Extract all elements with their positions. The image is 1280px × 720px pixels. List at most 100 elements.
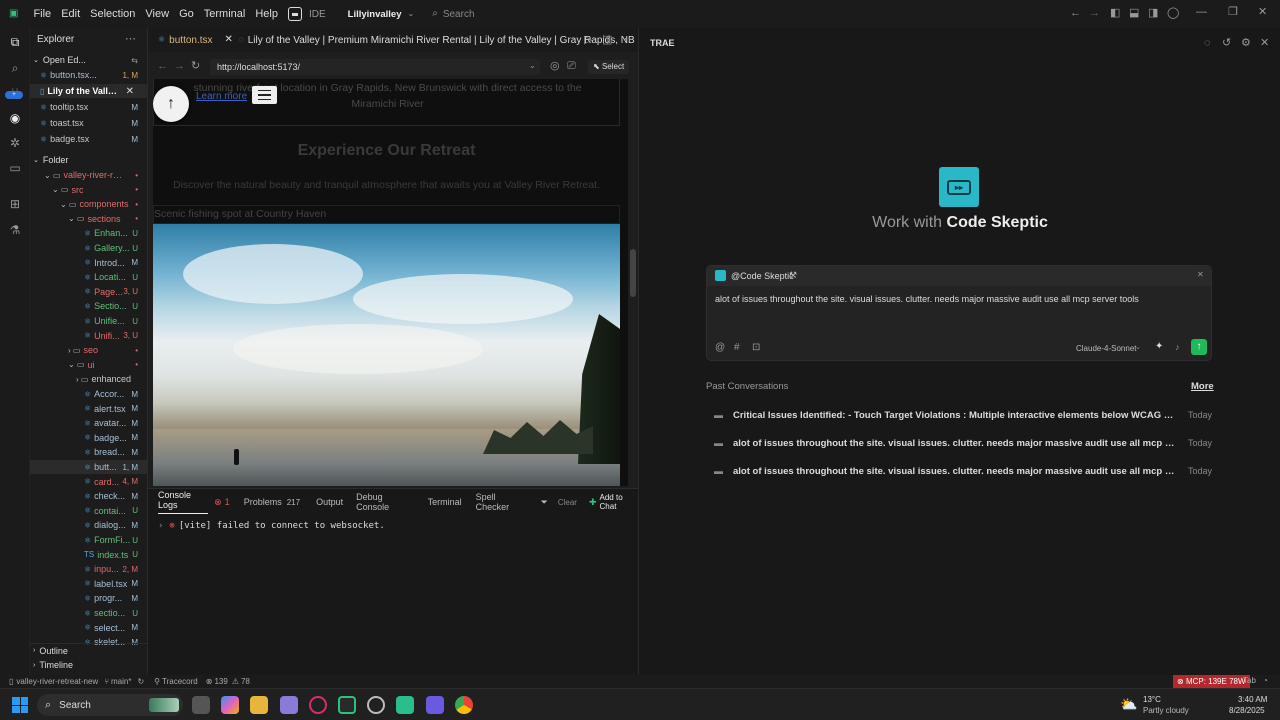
tree-item[interactable]: ⚛ alert.tsx M [30, 402, 147, 416]
run-icon[interactable]: ▷ [584, 35, 592, 46]
toggle-panel-icon[interactable]: ⬓ [1129, 8, 1139, 19]
tree-item[interactable]: ⚛ label.tsx M [30, 577, 147, 591]
filter-icon[interactable]: ⏷ [541, 497, 548, 508]
tree-item[interactable]: ⚛ Unifie... U [30, 314, 147, 328]
tree-item[interactable]: ⚛ avatar... M [30, 416, 147, 430]
past-conversation-item[interactable]: ▬ alot of issues throughout the site. vis… [708, 457, 1212, 485]
tree-item[interactable]: › ▭ enhanced [30, 372, 147, 386]
model-chevron-icon[interactable]: ⌄ [1135, 344, 1141, 351]
remove-agent-icon[interactable]: ✕ [1197, 271, 1204, 279]
search-activity-icon[interactable]: ⌕ [7, 60, 23, 76]
tree-item[interactable]: ⌄ ▭ components • [30, 197, 147, 211]
warnings-count[interactable]: 78 [241, 677, 250, 686]
file-explorer-icon[interactable] [250, 696, 268, 714]
more-link[interactable]: More [1191, 381, 1214, 392]
tree-item[interactable]: ⚛ butt... 1, M [30, 460, 147, 474]
open-editors-header[interactable]: ⌄ Open Ed... ⇆ [30, 53, 147, 67]
forward-icon[interactable]: → [174, 61, 185, 72]
minimize-icon[interactable]: — [1196, 7, 1207, 18]
tree-item[interactable]: ⚛ sectio... U [30, 606, 147, 620]
store-icon[interactable] [280, 696, 298, 714]
copilot-icon[interactable] [221, 696, 239, 714]
chrome-icon[interactable] [455, 696, 473, 714]
menu-edit[interactable]: Edit [61, 8, 80, 20]
tree-item[interactable]: ⌄ ▭ sections • [30, 212, 147, 226]
url-input[interactable]: http://localhost:5173/ [210, 59, 540, 75]
outline-header[interactable]: › Outline [30, 643, 147, 657]
url-dropdown-icon[interactable]: ⌄ [529, 62, 536, 70]
open-editor-item[interactable]: ⚛ toast.tsx M [30, 116, 147, 130]
tree-item[interactable]: TS index.ts U [30, 548, 147, 562]
tree-item[interactable]: ⌄ ▭ src • [30, 183, 147, 197]
menu-go[interactable]: Go [179, 8, 194, 20]
folder-header[interactable]: ⌄ Folder [30, 153, 147, 167]
tab-terminal[interactable]: Terminal [428, 497, 462, 507]
tree-item[interactable]: ⚛ dialog... M [30, 518, 147, 532]
opera-icon[interactable] [309, 696, 327, 714]
tree-item[interactable]: ⚛ card... 4, M [30, 475, 147, 489]
tree-item[interactable]: ⌄ ▭ ui • [30, 358, 147, 372]
chat-new-icon[interactable]: ◌ [1204, 38, 1211, 49]
restore-icon[interactable]: ❐ [1228, 7, 1238, 18]
tree-item[interactable]: ⚛ Page... 3, U [30, 285, 147, 299]
remote-icon[interactable]: ▭ [7, 160, 23, 176]
workspace-name[interactable]: Lillyinvalley [348, 9, 402, 20]
arrow-right-icon[interactable]: → [1089, 8, 1100, 19]
scroll-to-top-button[interactable]: ↑ [153, 86, 189, 122]
preview-scrollbar[interactable] [628, 79, 638, 486]
tree-item[interactable]: ⌄ ▭valley-river-retr...• [30, 168, 147, 182]
console-log-entry[interactable]: › ⊗ [vite] failed to connect to websocke… [158, 521, 385, 531]
tab-button-tsx[interactable]: button.tsx [169, 35, 212, 46]
notepad-icon[interactable] [396, 696, 414, 714]
tree-item[interactable]: ⚛ badge... M [30, 431, 147, 445]
tab-console-logs[interactable]: Console Logs [158, 490, 209, 514]
select-element-button[interactable]: ⬉ Select [588, 60, 630, 74]
taskbar-search-box[interactable]: ⌕ Search [37, 694, 183, 716]
trae-taskbar-icon[interactable] [338, 696, 356, 714]
open-editor-item[interactable]: ⚛ tooltip.tsx M [30, 100, 147, 114]
tree-item[interactable]: ⚛ inpu... 2, M [30, 562, 147, 576]
close-editor-icon[interactable]: ✕ [126, 86, 134, 97]
github-icon[interactable] [367, 696, 385, 714]
screenshot-icon[interactable]: ⎚ [567, 61, 576, 72]
tree-item[interactable]: ⚛ Introd... M [30, 256, 147, 270]
tree-item[interactable]: ⚛ contai... U [30, 504, 147, 518]
image-attach-icon[interactable]: ⊡ [752, 343, 760, 353]
ide-mode-icon[interactable] [287, 7, 302, 21]
tree-item[interactable]: ⚛ select... M [30, 621, 147, 635]
reload-icon[interactable]: ↻ [191, 61, 200, 72]
tree-item[interactable]: ⚛ Locati... U [30, 270, 147, 284]
notifications-icon[interactable]: ◔ [1263, 676, 1268, 685]
toggle-sidebar-icon[interactable]: ◧ [1110, 8, 1120, 19]
tab-debug-console[interactable]: Debug Console [356, 492, 413, 512]
past-conversation-item[interactable]: ▬ Critical Issues Identified: - Touch Tar… [708, 401, 1212, 429]
open-editor-item[interactable]: ▯ Lily of the Valley... ✕ [30, 84, 147, 98]
magic-sparkle-icon[interactable]: ✦ [1155, 342, 1163, 352]
extensions-icon[interactable]: ⊞ [7, 196, 23, 212]
task-view-icon[interactable] [192, 696, 210, 714]
toggle-secondary-icon[interactable]: ◨ [1148, 8, 1158, 19]
tree-item[interactable]: ⚛ Sectio... U [30, 299, 147, 313]
tree-item[interactable]: ⚛ Enhan... U [30, 226, 147, 240]
hamburger-menu-button[interactable] [252, 86, 277, 104]
back-icon[interactable]: ← [157, 61, 168, 72]
chevron-down-icon[interactable]: ⌄ [408, 10, 415, 18]
tree-item[interactable]: ⚛ progr... M [30, 591, 147, 605]
close-panel-icon[interactable]: ✕ [1260, 38, 1269, 49]
windows-start-icon[interactable] [12, 697, 28, 713]
branch-name[interactable]: main* [111, 677, 131, 686]
hash-icon[interactable]: # [734, 343, 740, 353]
tab-preview[interactable]: Lily of the Valley | Premium Miramichi R… [248, 35, 635, 46]
clock-date[interactable]: 8/28/2025 [1229, 706, 1265, 715]
microphone-icon[interactable]: ♪ [1175, 343, 1180, 352]
tree-item[interactable]: ⚛ Accor... M [30, 387, 147, 401]
menu-file[interactable]: File [33, 8, 51, 20]
target-icon[interactable]: ◎ [550, 61, 560, 72]
account-icon[interactable]: ◯ [1167, 8, 1179, 19]
tree-item[interactable]: ⚛ Gallery... U [30, 241, 147, 255]
app-icon[interactable] [426, 696, 444, 714]
temperature[interactable]: 13°C [1143, 695, 1161, 704]
open-editor-item[interactable]: ⚛ badge.tsx M [30, 132, 147, 146]
menu-help[interactable]: Help [255, 8, 278, 20]
settings-gear-icon[interactable]: ⚙ [1241, 38, 1251, 49]
